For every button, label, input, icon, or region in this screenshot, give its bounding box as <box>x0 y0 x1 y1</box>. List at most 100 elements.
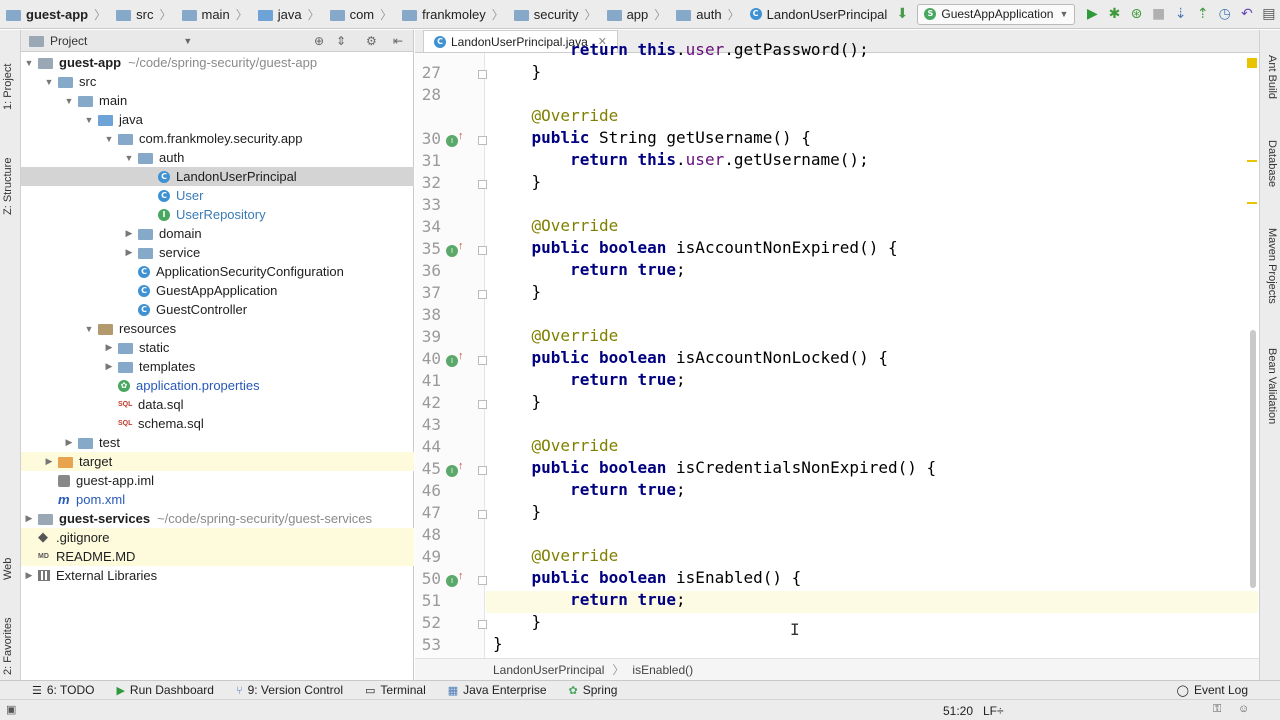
tree-node[interactable]: ▶ service <box>21 243 414 262</box>
terminal-icon: ▭ <box>364 683 376 697</box>
folder-icon <box>181 9 197 21</box>
structure-icon[interactable]: ▤ <box>1260 3 1278 25</box>
tree-node[interactable]: SQL schema.sql <box>21 414 414 433</box>
tab-spring[interactable]: ✿ Spring <box>569 683 618 697</box>
folder-icon <box>6 9 21 21</box>
tree-node[interactable]: C GuestAppApplication <box>21 281 414 300</box>
tab-run-dashboard[interactable]: ▶ Run Dashboard <box>116 683 214 697</box>
tree-node[interactable]: SQL data.sql <box>21 395 414 414</box>
lock-icon[interactable]: ⚿ <box>1213 703 1221 716</box>
tree-node[interactable]: ◆ .gitignore <box>21 528 414 547</box>
tab-java-enterprise[interactable]: ▦ Java Enterprise <box>448 683 547 697</box>
line-separator[interactable]: LF÷ <box>983 704 1004 718</box>
tree-node[interactable]: ▶ guest-services ~/code/spring-security/gu… <box>21 509 414 528</box>
inspector-icon[interactable]: ☺ <box>1238 703 1249 715</box>
breadcrumb-project[interactable]: guest-app 〉 <box>0 0 110 29</box>
tree-node[interactable]: ▶ static <box>21 338 414 357</box>
tool-window-bar: ☰ 6: TODO ▶ Run Dashboard ⑂ 9: Version Cont… <box>0 680 1280 699</box>
text-cursor-icon: I <box>790 620 800 639</box>
tree-node[interactable]: ▶ External Libraries <box>21 566 414 585</box>
tab-event-log[interactable]: ◯ Event Log <box>1177 683 1248 697</box>
breadcrumb-com[interactable]: com 〉 <box>324 0 397 29</box>
tree-node[interactable]: MD README.MD <box>21 547 414 566</box>
tab-project[interactable]: 1: Project <box>2 64 14 110</box>
run-icon: ▶ <box>116 683 125 697</box>
tab-terminal[interactable]: ▭ Terminal <box>365 683 426 697</box>
breadcrumb-auth[interactable]: auth 〉 <box>670 0 743 29</box>
tree-node[interactable]: ▶ test <box>21 433 414 452</box>
breadcrumb-frankmoley[interactable]: frankmoley 〉 <box>396 0 508 29</box>
tab-maven-projects[interactable]: Maven Projects <box>1266 228 1278 304</box>
tree-node[interactable]: ▼ src <box>21 72 414 91</box>
tab-database[interactable]: Database <box>1266 140 1278 187</box>
vcs-history-icon[interactable]: ◷ <box>1216 3 1234 25</box>
run-icon[interactable]: ▶ <box>1083 3 1101 25</box>
folder-icon <box>257 9 273 21</box>
tab-bean-validation[interactable]: Bean Validation <box>1266 348 1278 424</box>
breadcrumb-src[interactable]: src 〉 <box>110 0 175 29</box>
code-line: public boolean isAccountNonLocked() { <box>531 348 888 367</box>
tree-node-selected[interactable]: C LandonUserPrincipal <box>21 167 414 186</box>
build-icon[interactable]: ⬇ <box>893 3 911 25</box>
tree-node[interactable]: ▼ com.frankmoley.security.app <box>21 129 414 148</box>
vcs-update-icon[interactable]: ⇣ <box>1172 3 1190 25</box>
tree-node[interactable]: ▼ auth <box>21 148 414 167</box>
code-line: } <box>493 62 542 81</box>
interface-icon: I <box>158 208 170 221</box>
status-bar: ▣ 51:20 LF÷ ⚿ ☺ <box>0 699 1280 720</box>
toggle-tool-windows-icon[interactable]: ▣ <box>6 703 16 716</box>
collapse-arrow-icon: ▼ <box>84 323 94 334</box>
navigation-bar: guest-app 〉 src 〉 main 〉 java 〉 com 〉 frankmo… <box>0 0 1280 29</box>
tab-favorites[interactable]: 2: Favorites <box>2 618 14 675</box>
breadcrumb-method[interactable]: isEnabled() <box>632 663 693 677</box>
tree-node[interactable]: ▼ guest-app ~/code/spring-security/guest-a… <box>21 53 414 72</box>
tab-version-control[interactable]: ⑂ 9: Version Control <box>236 683 343 697</box>
breadcrumb-class[interactable]: LandonUserPrincipal <box>493 663 604 677</box>
tab-ant-build[interactable]: Ant Build <box>1266 55 1278 99</box>
spring-boot-class-icon: C <box>138 284 150 297</box>
tree-node[interactable]: ▶ target <box>21 452 414 471</box>
tree-node[interactable]: C ApplicationSecurityConfiguration <box>21 262 414 281</box>
revert-icon[interactable]: ↶ <box>1238 3 1256 25</box>
tree-node[interactable]: I UserRepository <box>21 205 414 224</box>
breadcrumb-java[interactable]: java 〉 <box>252 0 324 29</box>
editor-scrollbar[interactable] <box>1250 330 1256 588</box>
tree-node[interactable]: ✿ application.properties <box>21 376 414 395</box>
breadcrumb-class[interactable]: C LandonUserPrincipal <box>744 0 892 29</box>
vcs-commit-icon[interactable]: ⇡ <box>1194 3 1212 25</box>
code-line: } <box>493 172 542 191</box>
code-line: public boolean isAccountNonExpired() { <box>531 238 898 257</box>
coverage-icon[interactable]: ⊛ <box>1127 3 1145 25</box>
stop-icon[interactable]: ■ <box>1150 3 1168 25</box>
hide-panel-icon[interactable]: ⇤ <box>393 34 403 48</box>
folder-icon <box>78 96 93 107</box>
tree-node[interactable]: guest-app.iml <box>21 471 414 490</box>
tree-node[interactable]: ▼ java <box>21 110 414 129</box>
warning-indicator-icon[interactable] <box>1247 58 1257 68</box>
tree-node[interactable]: ▶ templates <box>21 357 414 376</box>
tree-node[interactable]: ▼ resources <box>21 319 414 338</box>
tree-node[interactable]: C User <box>21 186 414 205</box>
caret-position[interactable]: 51:20 <box>943 704 973 718</box>
breadcrumb-security[interactable]: security 〉 <box>508 0 601 29</box>
tree-node[interactable]: ▼ main <box>21 91 414 110</box>
tree-node[interactable]: C GuestController <box>21 300 414 319</box>
scroll-from-source-icon[interactable]: ⊕ <box>314 34 324 48</box>
expand-arrow-icon: ▶ <box>25 513 33 523</box>
chevron-down-icon[interactable]: ▼ <box>183 36 192 46</box>
tab-structure[interactable]: Z: Structure <box>2 158 14 215</box>
tab-web[interactable]: Web <box>2 558 14 580</box>
collapse-arrow-icon: ▼ <box>24 57 34 68</box>
code-area[interactable]: return this.user.getPassword(); } @Overr… <box>415 30 1259 658</box>
excluded-folder-icon <box>58 457 73 468</box>
markdown-file-icon: MD <box>38 553 49 560</box>
debug-icon[interactable]: ✱ <box>1105 3 1123 25</box>
gear-icon[interactable]: ⚙ <box>366 34 377 48</box>
collapse-all-icon[interactable]: ⇕ <box>336 34 346 48</box>
tree-node[interactable]: ▶ domain <box>21 224 414 243</box>
tab-todo[interactable]: ☰ 6: TODO <box>32 683 94 697</box>
run-configuration-select[interactable]: S GuestAppApplication ▼ <box>917 3 1076 25</box>
tree-node[interactable]: m pom.xml <box>21 490 414 509</box>
breadcrumb-main[interactable]: main 〉 <box>176 0 252 29</box>
breadcrumb-app[interactable]: app 〉 <box>601 0 671 29</box>
